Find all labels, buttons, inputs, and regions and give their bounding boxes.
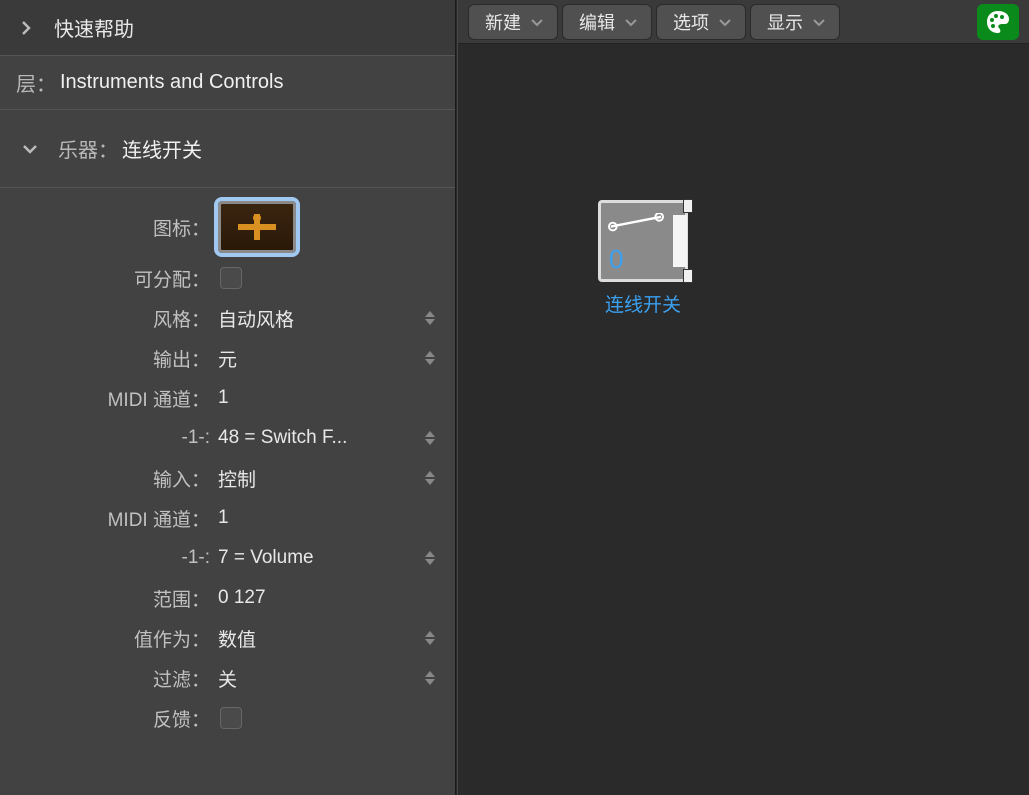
stepper-icon[interactable] [425,631,435,645]
chevron-down-icon [531,11,543,32]
icon-preview[interactable] [218,201,296,253]
options-label: 选项 [673,9,709,35]
cable-icon [607,213,665,232]
stepper-icon[interactable] [425,351,435,365]
value-as-value: 数值 [218,625,443,652]
prop-minus1-out[interactable]: -1-: 48 = Switch F... [0,418,455,458]
new-label: 新建 [485,9,521,35]
stepper-icon[interactable] [425,471,435,485]
style-value: 自动风格 [218,305,443,332]
instrument-value: 连线开关 [122,134,202,163]
view-label: 显示 [767,9,803,35]
prop-assignable: 可分配： [0,258,455,298]
range-value: 0 127 [218,587,443,609]
feedback-checkbox[interactable] [220,707,242,729]
prop-output[interactable]: 输出： 元 [0,338,455,378]
prop-icon: 图标： [0,196,455,258]
chevron-down-icon [813,11,825,32]
output-value: 元 [218,345,443,372]
new-button[interactable]: 新建 [468,4,558,40]
prop-input[interactable]: 输入： 控制 [0,458,455,498]
options-button[interactable]: 选项 [656,4,746,40]
layer-prefix: 层： [16,68,56,97]
stepper-icon[interactable] [425,311,435,325]
prop-label: -1-: [0,427,218,449]
prop-value-as[interactable]: 值作为： 数值 [0,618,455,658]
object-box[interactable]: 0 [598,200,688,282]
handle-icon[interactable] [683,269,693,283]
inspector-sidebar: 快速帮助 层： Instruments and Controls 乐器： 连线开… [0,0,456,795]
prop-label: 风格： [0,305,218,332]
prop-style[interactable]: 风格： 自动风格 [0,298,455,338]
stepper-icon[interactable] [425,551,435,565]
prop-label: 范围： [0,585,218,612]
stepper-icon[interactable] [425,431,435,445]
chevron-right-icon [12,14,40,42]
minus1-in-value: 7 = Volume [218,547,443,569]
prop-minus1-in[interactable]: -1-: 7 = Volume [0,538,455,578]
chevron-down-icon [16,135,44,163]
prop-label: -1-: [0,547,218,569]
instrument-header[interactable]: 乐器： 连线开关 [0,110,455,188]
handle-icon[interactable] [683,199,693,213]
layer-header[interactable]: 层： Instruments and Controls [0,56,455,110]
prop-label: 反馈： [0,705,218,732]
prop-label: 过滤： [0,665,218,692]
object-value: 0 [609,244,623,275]
assignable-checkbox[interactable] [220,267,242,289]
midi-channel-out-value: 1 [218,387,443,409]
minus1-out-value: 48 = Switch F... [218,427,443,449]
stepper-icon[interactable] [425,671,435,685]
object-label[interactable]: 连线开关 [605,290,681,317]
prop-label: 图标： [0,214,218,241]
prop-feedback: 反馈： [0,698,455,738]
chevron-down-icon [625,11,637,32]
midi-channel-in-value: 1 [218,507,443,529]
property-list: 图标： 可分配： 风格： 自动风格 [0,188,455,738]
quick-help-header[interactable]: 快速帮助 [0,0,455,56]
layer-value: Instruments and Controls [60,71,283,94]
palette-button[interactable] [977,4,1019,40]
filter-value: 关 [218,665,443,692]
prop-midi-channel-out[interactable]: MIDI 通道： 1 [0,378,455,418]
prop-midi-channel-in[interactable]: MIDI 通道： 1 [0,498,455,538]
prop-label: 可分配： [0,265,218,292]
prop-label: 输入： [0,465,218,492]
prop-label: 值作为： [0,625,218,652]
quick-help-label: 快速帮助 [54,13,134,42]
prop-label: MIDI 通道： [0,505,218,532]
view-button[interactable]: 显示 [750,4,840,40]
palette-icon [985,9,1011,35]
cable-switch-object[interactable]: 0 连线开关 [598,200,688,317]
main-toolbar: 新建 编辑 选项 显示 [458,0,1029,44]
instrument-prefix: 乐器： [58,134,118,163]
edit-label: 编辑 [579,9,615,35]
object-slider-track [673,215,687,267]
chevron-down-icon [719,11,731,32]
environment-canvas[interactable]: 0 连线开关 [458,44,1029,795]
prop-label: MIDI 通道： [0,385,218,412]
edit-button[interactable]: 编辑 [562,4,652,40]
prop-label: 输出： [0,345,218,372]
connector-icon [238,212,276,242]
input-value: 控制 [218,465,443,492]
prop-range[interactable]: 范围： 0 127 [0,578,455,618]
prop-filter[interactable]: 过滤： 关 [0,658,455,698]
main-area: 新建 编辑 选项 显示 [458,0,1029,795]
